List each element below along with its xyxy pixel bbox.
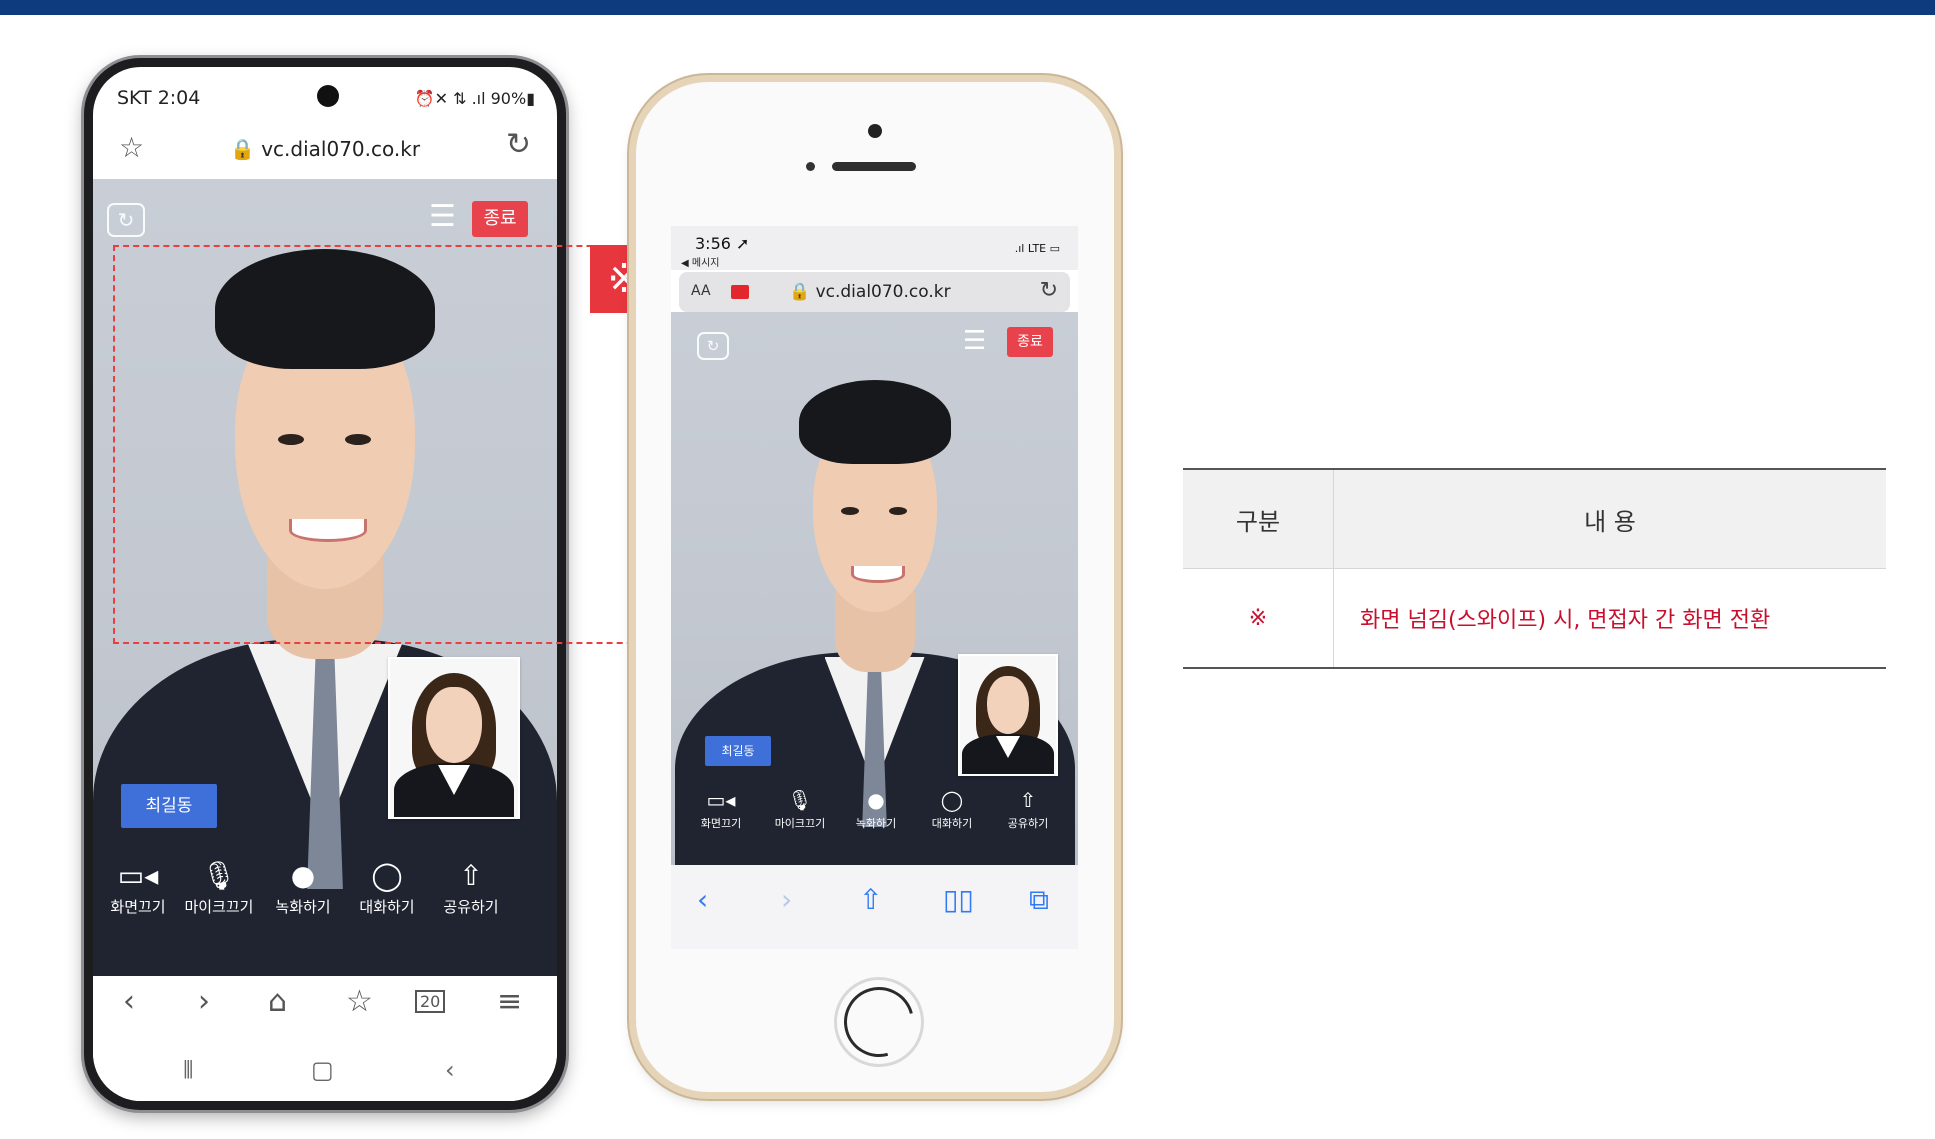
video-off-button[interactable]: ▭◂ 화면끄기 — [99, 859, 177, 917]
share-icon: ⇧ — [459, 859, 483, 892]
bookmarks-icon[interactable]: ☆ — [346, 984, 373, 1019]
camera-in-use-icon — [731, 285, 749, 299]
video-camera-icon: ▭◂ — [117, 859, 159, 892]
tabs-count-icon[interactable]: 20 — [415, 990, 446, 1013]
back-arrow-icon[interactable]: ‹ — [697, 883, 708, 916]
share-icon[interactable]: ⇧ — [859, 883, 882, 916]
record-button[interactable]: ● 녹화하기 — [839, 788, 913, 831]
camera-switch-icon[interactable]: ↻ — [107, 203, 145, 237]
tabs-icon[interactable]: ⧉ — [1029, 883, 1049, 917]
microphone-icon: 🎙 — [201, 859, 237, 892]
description-table: 구분 내 용 ※ 화면 넘김(스와이프) 시, 면접자 간 화면 전환 — [1183, 468, 1886, 669]
menu-icon[interactable]: ≡ — [497, 984, 522, 1019]
front-camera-icon — [317, 85, 339, 107]
home-button[interactable] — [831, 974, 927, 1070]
end-call-button[interactable]: 종료 — [1007, 327, 1053, 357]
back-arrow-icon[interactable]: ‹ — [123, 984, 135, 1019]
row-content: 화면 넘김(스와이프) 시, 면접자 간 화면 전환 — [1333, 568, 1886, 669]
signal-battery-icons: .ıl LTE ▭ — [1014, 242, 1060, 255]
chat-button[interactable]: ◯ 대화하기 — [345, 859, 429, 917]
record-circle-icon: ● — [867, 788, 885, 812]
camera-switch-icon[interactable]: ↻ — [697, 332, 729, 360]
mic-off-button[interactable]: 🎙 마이크끄기 — [763, 788, 837, 831]
proximity-sensor — [806, 162, 815, 171]
participant-name-tag: 최길동 — [121, 784, 217, 828]
self-view-pip[interactable] — [958, 654, 1058, 776]
ios-status-bar: 3:56 ➚ ◀ 메시지 .ıl LTE ▭ — [671, 226, 1078, 270]
bookmarks-book-icon[interactable]: ▯▯ — [943, 883, 974, 916]
url-text[interactable]: 🔒 vc.dial070.co.kr — [789, 282, 951, 302]
chat-bubble-icon: ◯ — [371, 859, 403, 892]
home-circle-icon[interactable]: ▢ — [311, 1056, 334, 1084]
system-navigation-bar: ⦀ ▢ ‹ — [93, 1038, 557, 1101]
video-call-view[interactable]: ↻ ☰ 종료 최길동 ▭◂ 화면끄기 🎙 마이크끄기 ● 녹화하기 ◯ 대화하기… — [671, 312, 1078, 865]
iphone-screen: 3:56 ➚ ◀ 메시지 .ıl LTE ▭ AA 🔒 vc.dial070.c… — [671, 226, 1078, 949]
video-camera-icon: ▭◂ — [706, 788, 736, 812]
front-camera-icon — [868, 124, 882, 138]
earpiece-speaker — [832, 162, 916, 171]
microphone-icon: 🎙 — [787, 788, 813, 812]
recent-apps-icon[interactable]: ⦀ — [183, 1056, 194, 1084]
browser-address-bar: ☆ 🔒 vc.dial070.co.kr ↻ — [93, 121, 557, 179]
back-to-app-link[interactable]: ◀ 메시지 — [681, 254, 719, 269]
status-icons: ⏰✕ ⇅ .ıl 90%▮ — [414, 89, 535, 108]
record-circle-icon: ● — [290, 859, 316, 892]
share-button[interactable]: ⇧ 공유하기 — [429, 859, 513, 917]
settings-sliders-icon[interactable]: ☰ — [429, 199, 456, 234]
forward-arrow-icon[interactable]: › — [198, 984, 210, 1019]
url-text[interactable]: 🔒 vc.dial070.co.kr — [93, 137, 557, 161]
end-call-button[interactable]: 종료 — [472, 201, 528, 237]
participant-name-tag: 최길동 — [705, 736, 771, 766]
android-status-bar: SKT 2:04 ⏰✕ ⇅ .ıl 90%▮ — [93, 67, 557, 121]
status-time: 3:56 ➚ — [695, 234, 750, 253]
settings-sliders-icon[interactable]: ☰ — [963, 326, 986, 356]
share-button[interactable]: ⇧ 공유하기 — [991, 788, 1065, 831]
forward-arrow-icon[interactable]: › — [781, 883, 792, 916]
table-row: ※ 화면 넘김(스와이프) 시, 면접자 간 화면 전환 — [1183, 568, 1886, 669]
table-header-row: 구분 내 용 — [1183, 468, 1886, 569]
video-off-button[interactable]: ▭◂ 화면끄기 — [685, 788, 757, 831]
share-icon: ⇧ — [1019, 788, 1037, 812]
record-button[interactable]: ● 녹화하기 — [261, 859, 345, 917]
system-back-icon[interactable]: ‹ — [445, 1056, 455, 1084]
self-view-pip[interactable] — [388, 657, 520, 819]
mic-off-button[interactable]: 🎙 마이크끄기 — [177, 859, 261, 917]
safari-toolbar: ‹ › ⇧ ▯▯ ⧉ — [671, 865, 1078, 949]
header-content: 내 용 — [1333, 468, 1886, 569]
iphone-device: 3:56 ➚ ◀ 메시지 .ıl LTE ▭ AA 🔒 vc.dial070.c… — [636, 82, 1114, 1092]
reload-icon[interactable]: ↻ — [1040, 278, 1058, 303]
top-banner-bar — [0, 0, 1935, 15]
swipe-area-highlight — [113, 245, 663, 644]
text-size-button[interactable]: AA — [691, 283, 711, 299]
status-time: SKT 2:04 — [117, 87, 201, 109]
chat-button[interactable]: ◯ 대화하기 — [915, 788, 989, 831]
home-icon[interactable]: ⌂ — [268, 984, 287, 1019]
safari-address-bar[interactable]: AA 🔒 vc.dial070.co.kr ↻ — [679, 272, 1070, 312]
browser-navigation-bar: ‹ › ⌂ ☆ 20 ≡ — [93, 976, 557, 1038]
header-category: 구분 — [1183, 468, 1334, 569]
chat-bubble-icon: ◯ — [940, 788, 964, 812]
reload-icon[interactable]: ↻ — [506, 127, 531, 162]
row-category: ※ — [1183, 568, 1334, 669]
